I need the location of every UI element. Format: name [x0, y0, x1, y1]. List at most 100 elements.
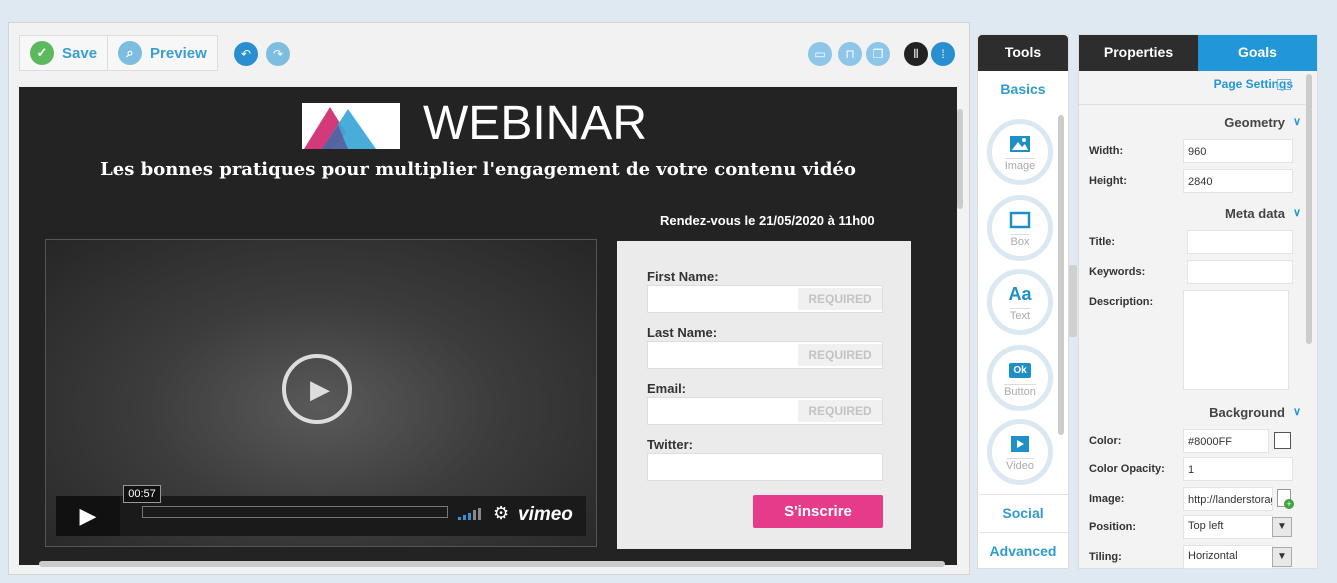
required-badge: REQUIRED [798, 400, 882, 422]
desktop-view-icon[interactable]: ▭ [808, 42, 832, 66]
button-icon: Ok [1009, 358, 1031, 382]
last-name-input[interactable]: REQUIRED [647, 341, 883, 369]
position-select[interactable]: Top left [1183, 515, 1273, 539]
tool-video-label: Video [1006, 458, 1034, 472]
title-input[interactable] [1187, 230, 1293, 254]
video-icon [1009, 432, 1031, 456]
tiling-select[interactable]: Horizontal [1183, 545, 1273, 569]
event-date: Rendez-vous le 21/05/2020 à 11h00 [660, 213, 875, 228]
color-label: Color: [1089, 435, 1122, 447]
redo-icon[interactable]: ↷ [266, 42, 290, 66]
video-player[interactable]: ▶ ▶ 00:57 ⚙ vimeo [45, 239, 597, 547]
chevron-down-icon[interactable]: ▼ [1272, 517, 1292, 537]
first-name-input[interactable]: REQUIRED [647, 285, 883, 313]
keywords-label: Keywords: [1089, 266, 1146, 278]
preview-label: Preview [150, 44, 207, 62]
canvas-vertical-scrollbar[interactable] [957, 109, 963, 209]
video-time: 00:57 [123, 485, 161, 503]
tool-box[interactable]: Box [987, 195, 1053, 261]
tool-video[interactable]: Video [987, 419, 1053, 485]
geometry-section[interactable]: Geometry ∨ [1079, 115, 1305, 130]
email-label: Email: [647, 381, 687, 396]
add-file-icon[interactable]: + [1277, 489, 1294, 509]
columns-grid-icon[interactable]: ⦀ [904, 42, 928, 66]
tool-image[interactable]: Image [987, 119, 1053, 185]
tool-button[interactable]: Ok Button [987, 345, 1053, 411]
play-button[interactable]: ▶ [56, 496, 120, 536]
save-button[interactable]: ✓ Save [19, 35, 109, 71]
top-strip [0, 0, 1337, 22]
page-settings-link[interactable]: Page Settings [1079, 77, 1293, 91]
background-section[interactable]: Background ∨ [1079, 405, 1305, 420]
tiling-label: Tiling: [1089, 551, 1122, 563]
position-label: Position: [1089, 521, 1137, 533]
keywords-input[interactable] [1187, 260, 1293, 284]
volume-icon[interactable] [458, 508, 481, 520]
gear-icon[interactable]: ⚙ [493, 503, 509, 524]
opacity-label: Color Opacity: [1089, 463, 1165, 475]
required-badge: REQUIRED [798, 344, 882, 366]
signup-form: First Name: REQUIRED Last Name: REQUIRED… [617, 241, 911, 549]
tool-text[interactable]: Aa Text [987, 269, 1053, 335]
first-name-label: First Name: [647, 269, 719, 284]
box-icon [1009, 208, 1031, 232]
basics-section[interactable]: Basics [978, 81, 1068, 97]
save-label: Save [62, 44, 98, 62]
advanced-section[interactable]: Advanced [978, 543, 1068, 559]
tool-button-label: Button [1004, 384, 1036, 398]
video-progress-track[interactable] [142, 506, 448, 518]
title-label: Title: [1089, 236, 1116, 248]
preview-button[interactable]: ⌕ Preview [108, 35, 218, 71]
image-url-input[interactable]: http://landerstorage [1183, 487, 1273, 511]
undo-icon[interactable]: ↶ [234, 42, 258, 66]
description-input[interactable] [1183, 290, 1289, 390]
tools-panel: Tools Basics Image Box Aa Text Ok Button… [977, 34, 1069, 569]
text-icon: Aa [1008, 283, 1032, 304]
dots-grid-icon[interactable]: ⁞ [931, 42, 955, 66]
color-input[interactable]: #8000FF [1183, 429, 1269, 453]
email-input[interactable]: REQUIRED [647, 397, 883, 425]
canvas-horizontal-scrollbar[interactable] [39, 561, 945, 567]
duplicate-icon[interactable]: ❐ [866, 42, 890, 66]
check-icon: ✓ [30, 41, 54, 65]
tools-header: Tools [978, 35, 1068, 71]
width-label: Width: [1089, 145, 1124, 157]
chevron-down-icon: ∨ [1292, 116, 1301, 128]
social-section[interactable]: Social [978, 505, 1068, 521]
properties-scrollbar[interactable] [1306, 74, 1312, 344]
page-subtitle: Les bonnes pratiques pour multiplier l'e… [100, 159, 856, 180]
meta-section[interactable]: Meta data ∨ [1079, 206, 1305, 221]
vimeo-logo: vimeo [518, 504, 573, 525]
editor-main: ✓ Save ⌕ Preview ↶ ↷ ▭ ⊓ ❐ ⦀ ⁞ WEBINAR L… [8, 22, 970, 575]
panel-splitter[interactable] [1069, 265, 1077, 337]
color-swatch[interactable] [1274, 432, 1291, 449]
opacity-input[interactable]: 1 [1183, 457, 1293, 481]
image-label: Image: [1089, 493, 1125, 505]
logo [302, 103, 400, 149]
description-label: Description: [1089, 296, 1154, 308]
submit-button[interactable]: S'inscrire [753, 495, 883, 528]
toolbar: ✓ Save ⌕ Preview [19, 35, 218, 71]
width-input[interactable]: 960 [1183, 139, 1293, 163]
monitor-icon [1277, 79, 1291, 90]
twitter-label: Twitter: [647, 437, 693, 452]
height-input[interactable]: 2840 [1183, 169, 1293, 193]
page-title: WEBINAR [423, 97, 648, 150]
last-name-label: Last Name: [647, 325, 718, 340]
tool-image-label: Image [1004, 158, 1036, 172]
chevron-down-icon: ∨ [1292, 406, 1301, 418]
page-canvas[interactable]: WEBINAR Les bonnes pratiques pour multip… [19, 87, 957, 565]
tool-box-label: Box [1010, 234, 1030, 248]
tab-goals[interactable]: Goals [1198, 35, 1317, 71]
properties-tabs: Properties Goals [1079, 35, 1317, 71]
tab-properties[interactable]: Properties [1079, 35, 1198, 71]
twitter-input[interactable] [647, 453, 883, 481]
lock-icon[interactable]: ⊓ [838, 42, 862, 66]
height-label: Height: [1089, 175, 1127, 187]
play-icon[interactable]: ▶ [282, 354, 352, 424]
tool-text-label: Text [1009, 308, 1031, 322]
tools-scrollbar[interactable] [1058, 115, 1064, 435]
chevron-down-icon[interactable]: ▼ [1272, 547, 1292, 567]
image-icon [1009, 132, 1031, 156]
properties-panel: Properties Goals Page Settings Geometry ∨… [1078, 34, 1318, 569]
